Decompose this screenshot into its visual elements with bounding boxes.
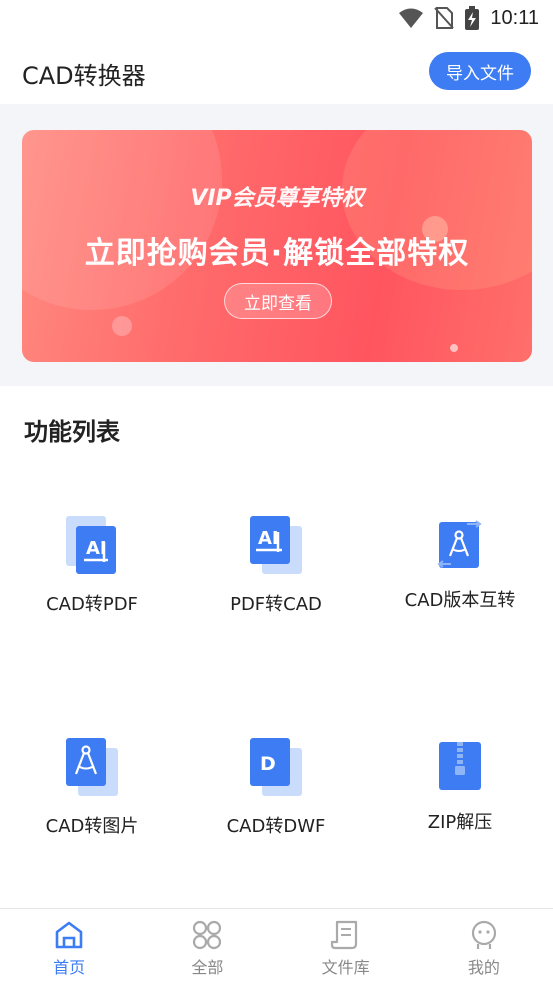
- svg-text:AI: AI: [258, 528, 279, 549]
- ai-document-icon: AI: [250, 516, 302, 574]
- nav-profile[interactable]: 我的: [415, 909, 553, 983]
- feature-label: PDF转CAD: [230, 594, 322, 615]
- banner-decoration: [450, 344, 458, 352]
- compass-document-icon: [66, 738, 118, 796]
- nav-all[interactable]: 全部: [138, 909, 276, 983]
- nav-label: 全部: [191, 958, 224, 977]
- wifi-icon: [399, 8, 424, 28]
- svg-text:D: D: [260, 753, 276, 775]
- feature-label: CAD转PDF: [46, 594, 138, 615]
- status-time: 10:11: [490, 6, 539, 29]
- feature-cad-version-convert[interactable]: CAD版本互转: [368, 518, 552, 612]
- feature-list-title: 功能列表: [24, 418, 120, 446]
- status-icons: 10:11: [398, 6, 539, 30]
- feature-label: CAD版本互转: [404, 590, 516, 611]
- app-title: CAD转换器: [22, 62, 146, 90]
- banner-decoration: [22, 130, 222, 310]
- nav-label: 我的: [467, 958, 500, 977]
- battery-charging-icon: [465, 6, 480, 30]
- feature-label: CAD转图片: [45, 816, 139, 837]
- compass-convert-icon: [437, 520, 482, 568]
- banner-decoration: [112, 316, 132, 336]
- feature-label: CAD转DWF: [226, 816, 326, 837]
- feature-label: ZIP解压: [427, 812, 493, 833]
- banner-area: VIP会员尊享特权 立即抢购会员·解锁全部特权 立即查看: [0, 104, 553, 386]
- feature-zip-extract[interactable]: ZIP解压: [368, 740, 552, 834]
- nav-label: 文件库: [321, 958, 370, 977]
- feature-pdf-to-cad[interactable]: AI PDF转CAD: [184, 514, 368, 616]
- zip-file-icon: [439, 742, 481, 790]
- no-sim-icon: [434, 7, 455, 29]
- home-icon: [55, 921, 83, 949]
- feature-cad-to-pdf[interactable]: AI CAD转PDF: [0, 514, 184, 616]
- nav-file-library[interactable]: 文件库: [277, 909, 415, 983]
- bottom-navigation: 首页 全部 文件库 我的: [0, 908, 553, 983]
- file-library-icon: [330, 920, 357, 950]
- nav-label: 首页: [53, 958, 86, 977]
- feature-cad-to-dwf[interactable]: D CAD转DWF: [184, 736, 368, 838]
- feature-cad-to-image[interactable]: CAD转图片: [0, 736, 184, 838]
- d-document-icon: D: [250, 738, 302, 796]
- profile-icon: [471, 920, 496, 949]
- vip-banner[interactable]: VIP会员尊享特权 立即抢购会员·解锁全部特权 立即查看: [22, 130, 532, 362]
- status-bar: 10:11: [0, 0, 553, 36]
- grid-icon: [193, 920, 222, 950]
- ai-document-icon: AI: [66, 516, 116, 574]
- nav-home[interactable]: 首页: [0, 909, 138, 983]
- banner-subtitle: VIP会员尊享特权: [190, 186, 364, 211]
- app-header: CAD转换器 导入文件: [0, 36, 553, 104]
- banner-headline: 立即抢购会员·解锁全部特权: [84, 236, 470, 271]
- import-file-button[interactable]: 导入文件: [429, 52, 531, 90]
- view-now-button[interactable]: 立即查看: [224, 283, 332, 319]
